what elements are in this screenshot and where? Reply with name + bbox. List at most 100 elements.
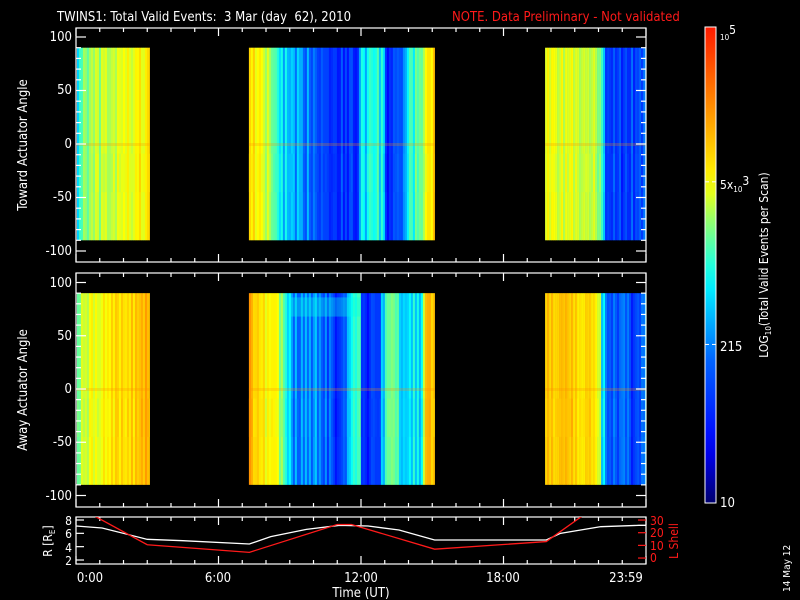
spectrogram-cell [144, 153, 148, 193]
spectrogram-cell [408, 398, 412, 437]
spectrogram-cell [382, 153, 386, 193]
spectrogram-cell [80, 153, 84, 193]
spectrogram-cell [382, 398, 386, 437]
spectrogram-cell [98, 398, 102, 437]
spectrogram-cell [400, 153, 404, 193]
spectrogram-cell [388, 153, 392, 193]
spectrogram-cell [569, 398, 572, 437]
spectrogram-cell [96, 153, 100, 193]
spectrogram-cell [248, 153, 252, 193]
spectrogram-cell [430, 398, 434, 437]
spectrogram-cell [557, 398, 560, 437]
spectrogram-cell [577, 398, 580, 437]
spectrogram-cell [611, 153, 614, 193]
spectrogram-cell [334, 398, 338, 437]
spectrogram-cell [112, 153, 116, 193]
spectrogram-cell [140, 398, 144, 437]
spectrogram-cell [553, 153, 556, 193]
spectrogram-cell [142, 153, 146, 193]
spectrogram-cell [607, 398, 610, 437]
spectrogram-cell [338, 398, 342, 437]
l-tick-label: 0 [650, 551, 657, 565]
spectrogram-cell [122, 398, 126, 437]
spectrogram-cell [416, 398, 420, 437]
spectrogram-cell [565, 153, 568, 193]
spectrogram-cell [348, 153, 352, 193]
spectrogram-cell [140, 153, 144, 193]
spectrogram-cell [583, 398, 586, 437]
spectrogram-cell [308, 153, 312, 193]
spectrogram-cell [260, 398, 264, 437]
spectrogram-cell [132, 153, 136, 193]
spectrogram-cell [555, 398, 558, 437]
spectrogram-cell [276, 153, 280, 193]
spectrogram-cell [551, 153, 554, 193]
spectrogram-cell [549, 153, 552, 193]
spectrogram-cell [625, 398, 628, 437]
colorbar-tick-max: 105 [720, 23, 736, 42]
r-tick-label: 8 [65, 514, 72, 528]
spectrogram-cell [254, 153, 258, 193]
spectrogram-cell [404, 153, 408, 193]
spectrogram-cell [82, 153, 86, 193]
spectrogram-cell [597, 153, 600, 193]
spectrogram-cell [414, 153, 418, 193]
spectrogram-cell [545, 153, 548, 193]
zero-angle-band [76, 388, 150, 391]
spectrogram-cell [368, 398, 372, 437]
y-tick-label: -50 [53, 435, 72, 450]
spectrogram-cell [296, 398, 300, 437]
spectrogram-cell [390, 398, 394, 437]
spectrogram-cell [322, 398, 326, 437]
spectrogram-cell [128, 153, 132, 193]
time-tick-label: 18:00 [486, 571, 520, 586]
spectrogram-cell [94, 153, 98, 193]
spectrogram-cell [134, 398, 138, 437]
spectrogram-cell [422, 398, 426, 437]
spectrogram-cell [422, 153, 426, 193]
spectrogram-cell [573, 153, 576, 193]
spectrogram-cell [378, 398, 382, 437]
spectrogram-cell [284, 153, 288, 193]
spectrogram-cell [142, 398, 146, 437]
spectrogram-cell [637, 153, 640, 193]
spectrogram-cell [100, 153, 104, 193]
spectrogram-cell [551, 398, 554, 437]
spectrogram-cell [340, 398, 344, 437]
spectrogram-cell [326, 153, 330, 193]
spectrogram-cell [386, 153, 390, 193]
spectrogram-cell [358, 398, 362, 437]
spectrogram-cell [392, 153, 396, 193]
spectrogram-cell [300, 398, 304, 437]
spectrogram-cell [116, 153, 120, 193]
colorbar [704, 26, 717, 504]
spectrogram-cell [585, 398, 588, 437]
spectrogram-cell [426, 398, 430, 437]
spectrogram-cell [338, 153, 342, 193]
spectrogram-cell [633, 398, 636, 437]
spectrogram-cell [88, 153, 92, 193]
spectrogram-cell [322, 153, 326, 193]
spectrogram-cell [619, 398, 622, 437]
spectrogram-cell [432, 153, 435, 193]
spectrogram-cell [348, 398, 352, 437]
spectrogram-cell [258, 398, 262, 437]
spectrogram-cell [342, 153, 346, 193]
spectrogram-cell [110, 153, 114, 193]
spectrogram-cell [252, 153, 256, 193]
spectrogram-cell [346, 398, 350, 437]
spectrogram-cell [557, 153, 560, 193]
spectrogram-cell [306, 153, 310, 193]
spectrogram-cell [106, 398, 110, 437]
spectrogram-cell [86, 153, 90, 193]
spectrogram-cell [414, 398, 418, 437]
spectrogram-cell [104, 398, 108, 437]
spectrogram-cell [571, 153, 574, 193]
spectrogram-cell [599, 153, 602, 193]
spectrogram-cell [92, 398, 96, 437]
spectrogram-cell [635, 398, 638, 437]
spectrogram-cell [282, 398, 286, 437]
spectrogram-cell [402, 153, 406, 193]
spectrogram-cell [316, 153, 320, 193]
spectrogram-cell [308, 398, 312, 437]
